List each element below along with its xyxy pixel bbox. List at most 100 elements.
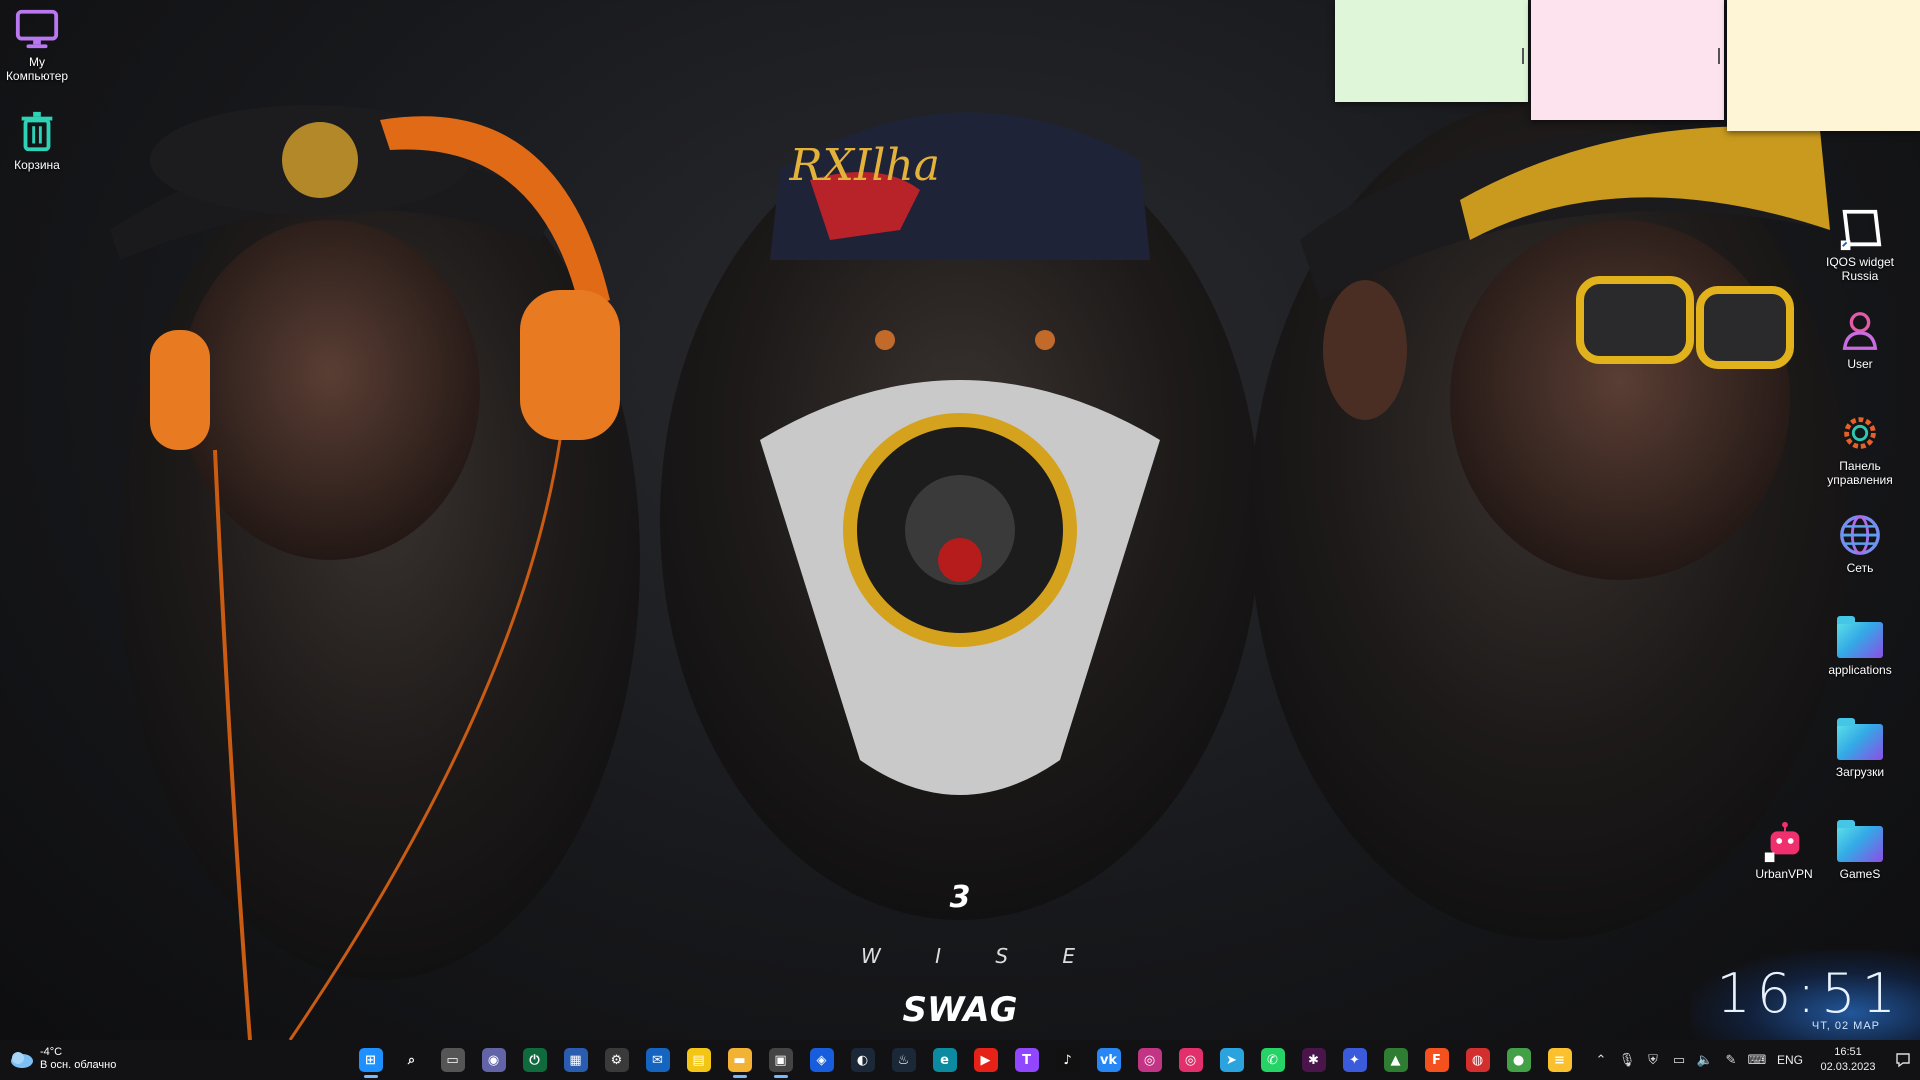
slack-icon: ✱ [1301,1048,1326,1072]
right-monkey [1250,100,1850,940]
twitch-icon: T [1014,1048,1039,1072]
gemini-icon: ✦ [1342,1048,1367,1072]
taskbar-button-stack-app[interactable]: ≡ [1539,1040,1580,1080]
taskbar-button-teams-chat[interactable]: ◉ [473,1040,514,1080]
taskbar-button-slack[interactable]: ✱ [1293,1040,1334,1080]
desktop-icon-games[interactable]: GameS [1820,817,1900,881]
taskbar-button-search[interactable]: ⌕ [391,1040,432,1080]
taskbar-button-edge[interactable]: e [924,1040,965,1080]
taskbar-button-settings[interactable]: ⚙ [596,1040,637,1080]
taskbar-button-power[interactable]: ⏻ [514,1040,555,1080]
taskbar-clock[interactable]: 16:51 02.03.2023 [1810,1045,1886,1075]
robot-icon [1760,817,1808,865]
mail-icon: ✉ [645,1048,670,1072]
desktop-icon-recycle-bin[interactable]: Корзина [0,108,77,172]
wallpaper-spaced-text: W I S E [860,944,1100,968]
clock-widget-time: 16:51 [1716,962,1902,1025]
instagram-icon: ◎ [1178,1048,1203,1072]
whatsapp-icon: ✆ [1260,1048,1285,1072]
note-scrollbar[interactable] [1718,48,1720,64]
pen-icon[interactable]: ✎ [1718,1040,1744,1080]
desktop-icon-applications[interactable]: applications [1820,613,1900,677]
taskbar-button-steam[interactable]: ♨ [883,1040,924,1080]
desktop-icon-downloads[interactable]: Загрузки [1820,715,1900,779]
keyboard-icon[interactable]: ⌨ [1744,1040,1770,1080]
folder-icon [1836,817,1884,865]
steam-icon: ♨ [891,1048,916,1072]
sticky-notes-icon: ▤ [686,1048,711,1072]
taskbar-button-instagram[interactable]: ◎ [1170,1040,1211,1080]
desktop-icon-urbanvpn[interactable]: UrbanVPN [1744,817,1824,881]
globe-icon [1836,511,1884,559]
sticky-note-green[interactable] [1335,0,1528,102]
store-icon: ▦ [563,1048,588,1072]
taskbar-button-vk[interactable]: vk [1088,1040,1129,1080]
desktop-icon-user[interactable]: User [1820,307,1900,371]
taskbar-button-start[interactable]: ⊞ [350,1040,391,1080]
taskbar-time: 16:51 [1834,1046,1862,1058]
taskbar-button-vpn-app[interactable]: ◍ [1457,1040,1498,1080]
settings-icon: ⚙ [604,1048,629,1072]
note-scrollbar[interactable] [1522,48,1524,64]
taskbar-button-sticky-notes[interactable]: ▤ [678,1040,719,1080]
sticky-note-pink[interactable] [1531,0,1724,120]
desktop-icon-iqos-widget[interactable]: IQOS widget Russia [1820,205,1900,283]
trash-icon [13,108,61,156]
green-chat-icon: ● [1506,1048,1531,1072]
taskbar-button-youtube[interactable]: ▶ [965,1040,1006,1080]
youtube-icon: ▶ [973,1048,998,1072]
taskbar-button-tiktok[interactable]: ♪ [1047,1040,1088,1080]
taskbar-button-mail[interactable]: ✉ [637,1040,678,1080]
taskbar-button-media[interactable]: ▣ [760,1040,801,1080]
display-icon[interactable]: ▭ [1666,1040,1692,1080]
center-monkey [660,112,1260,920]
weather-widget[interactable]: -4°C В осн. облачно [8,1046,116,1072]
sticky-note-yellow[interactable] [1727,0,1920,131]
desktop-icon-network[interactable]: Сеть [1820,511,1900,575]
f-app-icon: F [1424,1048,1449,1072]
desktop-icon-label: Панель управления [1827,459,1893,487]
task-view-icon: ▭ [440,1048,465,1072]
taskbar-button-telegram[interactable]: ➤ [1211,1040,1252,1080]
taskbar-button-gemini[interactable]: ✦ [1334,1040,1375,1080]
taskbar-button-steam-alt[interactable]: ◐ [842,1040,883,1080]
taskbar-button-mountain-app[interactable]: ▲ [1375,1040,1416,1080]
steam-alt-icon: ◐ [850,1048,875,1072]
folder-icon [1836,715,1884,763]
vk-icon: vk [1096,1048,1121,1072]
search-icon: ⌕ [407,1052,416,1068]
desktop-icon-label: User [1847,357,1873,371]
wallpaper-number: 3 [949,880,971,915]
language-indicator[interactable]: ENG [1770,1053,1810,1067]
weather-temp: -4°C [40,1046,63,1058]
start-icon: ⊞ [358,1048,383,1072]
taskbar-button-twitch[interactable]: T [1006,1040,1047,1080]
taskbar-button-f-app[interactable]: F [1416,1040,1457,1080]
taskbar-button-whatsapp[interactable]: ✆ [1252,1040,1293,1080]
monitor-icon [13,5,61,53]
desktop-icon-my-computer[interactable]: My Компьютер [0,5,77,83]
instagram-alt-icon: ◎ [1137,1048,1162,1072]
chevron-up-icon[interactable]: ⌃ [1588,1040,1614,1080]
taskbar-button-file-explorer[interactable]: ▬ [719,1040,760,1080]
desktop-icon-control-panel[interactable]: Панель управления [1820,409,1900,487]
taskbar-button-task-view[interactable]: ▭ [432,1040,473,1080]
taskbar-button-bitwarden[interactable]: ◈ [801,1040,842,1080]
bitwarden-icon: ◈ [809,1048,834,1072]
defender-icon[interactable]: ⛨ [1640,1040,1666,1080]
gear-icon [1836,409,1884,457]
volume-icon[interactable]: 🔈 [1692,1040,1718,1080]
tiktok-icon: ♪ [1055,1048,1080,1072]
notification-icon[interactable] [1886,1040,1920,1080]
power-icon: ⏻ [522,1048,547,1072]
clock-widget[interactable]: 16:51 ЧТ, 02 МАР [1690,950,1920,1040]
taskbar-button-green-chat[interactable]: ● [1498,1040,1539,1080]
user-icon [1836,307,1884,355]
desktop-icon-label: applications [1828,663,1892,677]
microphone-icon[interactable]: 🎙 [1614,1040,1640,1080]
desktop-icon-label: GameS [1839,867,1881,881]
iqos-widget-icon [1836,205,1884,253]
clock-widget-date: ЧТ, 02 МАР [1811,1020,1880,1032]
taskbar-button-store[interactable]: ▦ [555,1040,596,1080]
taskbar-button-instagram-alt[interactable]: ◎ [1129,1040,1170,1080]
